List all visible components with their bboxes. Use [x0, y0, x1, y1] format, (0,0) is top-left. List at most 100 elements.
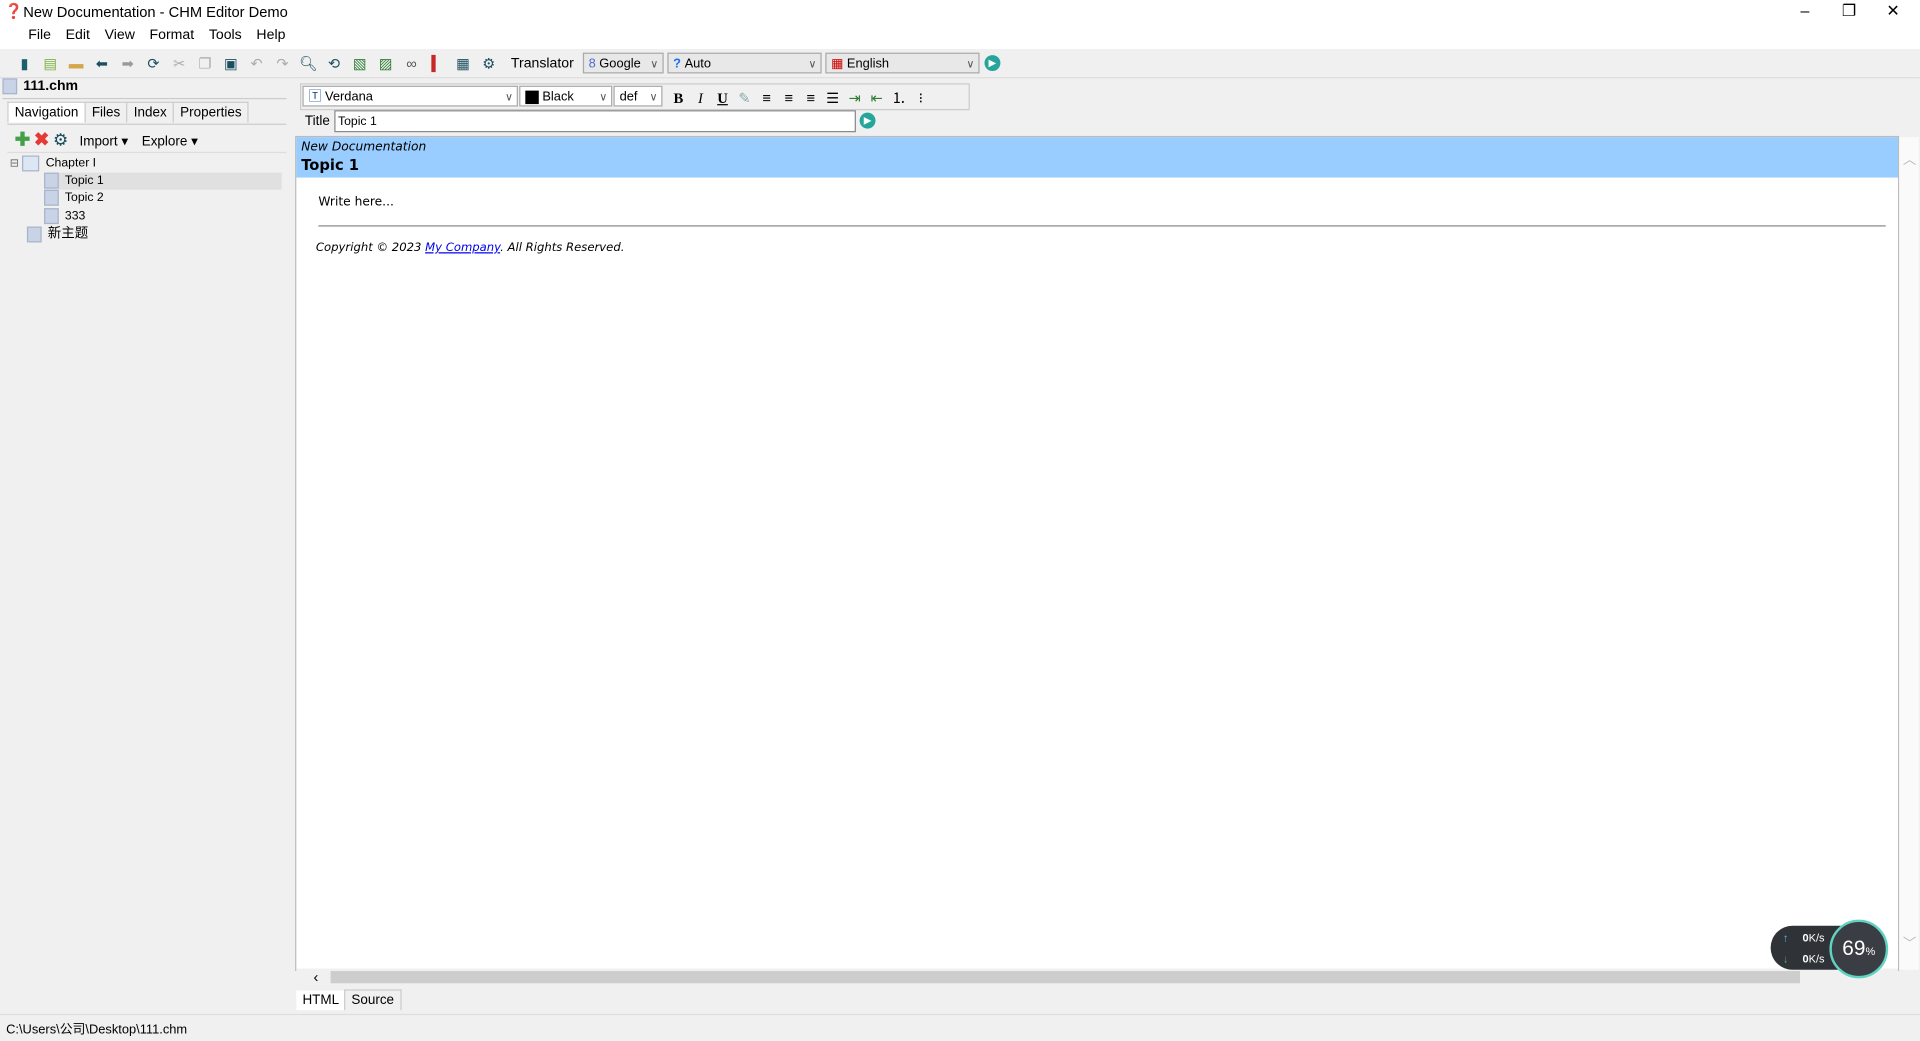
page-icon — [26, 226, 42, 242]
title-input[interactable] — [334, 110, 856, 133]
target-language-select[interactable]: ▦ English ∨ — [825, 52, 980, 74]
menu-help[interactable]: Help — [249, 24, 293, 46]
source-language-select[interactable]: ? Auto ∨ — [667, 52, 822, 74]
tab-source[interactable]: Source — [344, 989, 402, 1011]
copy-icon[interactable]: ❐ — [195, 54, 215, 74]
document-header: New Documentation Topic 1 — [296, 137, 1898, 178]
size-select[interactable]: def ∨ — [613, 85, 663, 107]
back-icon[interactable]: ⬅ — [92, 54, 112, 74]
link-icon[interactable]: ∞ — [402, 54, 422, 74]
scroll-thumb[interactable] — [330, 971, 1801, 984]
add-icon[interactable]: ✚ — [15, 130, 30, 151]
table-icon[interactable]: ▦ — [453, 54, 473, 74]
header-topic-title: Topic 1 — [301, 156, 360, 174]
vertical-scrollbar[interactable]: ︿ ﹀ — [1899, 137, 1919, 970]
insert-image-icon[interactable]: ▧ — [350, 54, 370, 74]
tab-properties[interactable]: Properties — [172, 101, 249, 123]
gear-icon[interactable]: ⚙ — [53, 130, 68, 150]
tab-index[interactable]: Index — [126, 101, 175, 123]
title-row: Title ▶ — [300, 110, 880, 133]
undo-icon[interactable]: ↶ — [247, 54, 267, 74]
tree-node-topic[interactable]: Topic 2 — [44, 189, 104, 207]
paste-icon[interactable]: ▣ — [221, 54, 241, 74]
navigation-panel: 111.chm Navigation Files Index Properties ✚… — [2, 78, 287, 1009]
tab-navigation[interactable]: Navigation — [7, 101, 86, 123]
horizontal-scrollbar[interactable]: ‹ — [296, 968, 1898, 986]
bookmark-icon[interactable]: ▍ — [427, 54, 447, 74]
align-right-icon[interactable]: ≡ — [801, 88, 821, 108]
refresh-icon[interactable]: ⟳ — [144, 54, 164, 74]
menu-view[interactable]: View — [97, 24, 142, 46]
tree-node-chapter[interactable]: ⊟ Chapter I — [10, 154, 96, 172]
font-select[interactable]: 🅃 Verdana ∨ — [302, 85, 518, 107]
body-text: Write here... — [318, 195, 394, 210]
image-icon[interactable]: ▨ — [376, 54, 396, 74]
tree-node-topic[interactable]: 333 — [44, 208, 85, 225]
bullet-list-icon[interactable]: ⁝ — [911, 88, 931, 108]
replace-icon[interactable]: ⟲ — [324, 54, 344, 74]
italic-icon[interactable]: I — [691, 88, 711, 108]
company-link[interactable]: My Company — [425, 241, 500, 254]
forward-icon[interactable]: ➡ — [118, 54, 138, 74]
header-doc-name: New Documentation — [301, 140, 427, 155]
title-bar: ❓ New Documentation - CHM Editor Demo – … — [0, 0, 1920, 25]
page-icon — [44, 208, 59, 225]
numbered-list-icon[interactable]: ⒈ — [889, 88, 909, 108]
copyright-text: Copyright © 2023 My Company. All Rights … — [315, 241, 625, 255]
file-header: 111.chm — [2, 78, 287, 100]
apply-title-icon[interactable]: ▶ — [859, 112, 876, 129]
left-tabs: Navigation Files Index Properties — [7, 101, 249, 124]
menu-tools[interactable]: Tools — [202, 24, 250, 46]
translate-run-icon[interactable]: ▶ — [984, 55, 1001, 72]
page-icon — [44, 172, 59, 189]
tab-files[interactable]: Files — [84, 101, 128, 123]
download-icon: ↓ — [1782, 952, 1789, 965]
upload-icon: ↑ — [1782, 931, 1789, 945]
menu-file[interactable]: File — [21, 24, 58, 46]
app-icon: ❓ — [4, 2, 24, 20]
explore-button[interactable]: Explore ▾ — [142, 135, 198, 150]
new-icon[interactable]: ▮ — [15, 54, 35, 74]
tree-node-topic[interactable]: Topic 1 — [44, 172, 282, 190]
justify-icon[interactable]: ☰ — [823, 88, 843, 108]
file-icon — [2, 78, 18, 95]
cut-icon[interactable]: ✂ — [170, 54, 190, 74]
close-button[interactable]: ✕ — [1871, 0, 1915, 24]
import-button[interactable]: Import ▾ — [79, 135, 128, 150]
status-bar: C:\Users\公司\Desktop\111.chm — [0, 1013, 1920, 1041]
open-folder-icon[interactable]: ▬ — [66, 54, 86, 74]
translator-label: Translator — [510, 56, 574, 72]
format-toolbar: 🅃 Verdana ∨ Black ∨ def ∨ B I U ✎ ≡ ≡ ≡ ☰ ⇥ ⇤ ⒈ ⁝ — [300, 83, 970, 111]
bold-icon[interactable]: B — [669, 88, 689, 108]
search-icon[interactable]: 🔍︎ — [298, 54, 318, 74]
menu-bar: File Edit View Format Tools Help — [0, 24, 1920, 49]
tree-toolbar: ✚ ✖ ⚙ Import ▾ Explore ▾ — [15, 129, 198, 151]
window-title: New Documentation - CHM Editor Demo — [23, 3, 288, 21]
engine-select[interactable]: 8 Google ∨ — [582, 52, 664, 74]
menu-edit[interactable]: Edit — [58, 24, 97, 46]
minimize-button[interactable]: – — [1783, 0, 1827, 24]
tree-node-topic[interactable]: 新主题 — [26, 225, 88, 242]
main-toolbar: ▮ ▤ ▬ ⬅ ➡ ⟳ ✂ ❐ ▣ ↶ ↷ 🔍︎ ⟲ ▧ ▨ ∞ ▍ ▦ ⚙ T… — [0, 50, 1920, 79]
view-tabs: HTML Source — [296, 989, 402, 1011]
redo-icon[interactable]: ↷ — [273, 54, 293, 74]
save-icon[interactable]: ▤ — [41, 54, 61, 74]
toc-tree: ✚ ✖ ⚙ Import ▾ Explore ▾ ⊟ Chapter I Top… — [7, 123, 287, 1007]
underline-icon[interactable]: U — [713, 88, 733, 108]
highlight-icon[interactable]: ✎ — [735, 88, 755, 108]
document-view[interactable]: New Documentation Topic 1 Write here... … — [295, 135, 1919, 986]
outdent-icon[interactable]: ⇤ — [867, 88, 887, 108]
restore-button[interactable]: ❐ — [1827, 0, 1871, 24]
align-center-icon[interactable]: ≡ — [779, 88, 799, 108]
tab-html[interactable]: HTML — [296, 990, 346, 1011]
settings-gear-icon[interactable]: ⚙ — [479, 54, 499, 74]
menu-format[interactable]: Format — [142, 24, 201, 46]
page-icon — [44, 189, 59, 206]
indent-icon[interactable]: ⇥ — [845, 88, 865, 108]
file-path: C:\Users\公司\Desktop\111.chm — [6, 1022, 188, 1038]
editor-panel: 🅃 Verdana ∨ Black ∨ def ∨ B I U ✎ ≡ ≡ ≡ ☰ ⇥ ⇤ ⒈ ⁝ Title… — [293, 78, 1919, 1012]
delete-icon[interactable]: ✖ — [34, 130, 49, 151]
align-left-icon[interactable]: ≡ — [757, 88, 777, 108]
color-select[interactable]: Black ∨ — [519, 85, 613, 107]
cpu-gauge: 69% — [1829, 919, 1889, 979]
